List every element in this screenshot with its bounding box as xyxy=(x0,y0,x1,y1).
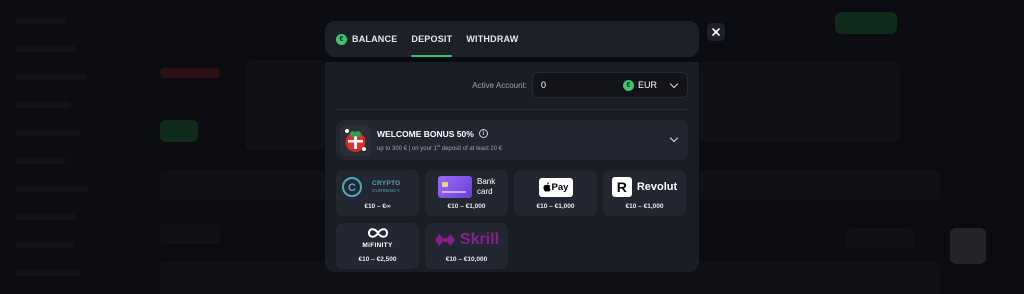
tab-withdraw-label: WITHDRAW xyxy=(466,34,519,44)
bank-card-label-line2: card xyxy=(477,187,493,196)
apple-icon xyxy=(543,182,551,192)
active-account-value: 0 xyxy=(541,80,547,90)
chevron-down-icon[interactable] xyxy=(669,133,679,143)
euro-coin-icon: € xyxy=(622,79,634,91)
tab-balance[interactable]: € BALANCE xyxy=(336,21,397,57)
payment-method-bank-card[interactable]: Bank card €10 – €1,000 xyxy=(425,170,508,216)
wallet-tabs: € BALANCE DEPOSIT WITHDRAW xyxy=(325,21,699,57)
crypto-logo-line2: CURRENCY xyxy=(372,188,400,193)
mifinity-infinity-icon xyxy=(336,227,419,239)
mifinity-logo-text: MiFINITY xyxy=(362,242,393,249)
welcome-bonus-card[interactable]: WELCOME BONUS 50% i up to 300 € | on you… xyxy=(336,120,688,160)
payment-range: €10 – €1,000 xyxy=(447,203,486,210)
skrill-logo-text: Skrill xyxy=(459,231,500,248)
close-button[interactable] xyxy=(707,23,725,41)
revolut-logo-text: Revolut xyxy=(636,181,678,193)
chevron-down-icon xyxy=(669,79,679,88)
tab-deposit[interactable]: DEPOSIT xyxy=(411,21,453,57)
currency-code: EUR xyxy=(637,80,657,90)
payment-range: €10 – €∞ xyxy=(364,203,391,210)
bonus-title: WELCOME BONUS 50% xyxy=(377,128,474,139)
close-icon xyxy=(712,28,720,36)
crypto-logo-line1: CRYPTO xyxy=(372,180,401,187)
bonus-subtitle: up to 300 € | on your 1st deposit of at … xyxy=(377,142,503,152)
active-account-row: Active Account: 0 € EUR xyxy=(325,71,688,99)
revolut-mark-icon: R xyxy=(611,177,632,197)
payment-range: €10 – €10,000 xyxy=(445,256,488,263)
active-account-select[interactable]: 0 € EUR xyxy=(532,72,688,98)
payment-method-mifinity[interactable]: MiFINITY €10 – €2,500 xyxy=(336,223,419,269)
euro-coin-icon: € xyxy=(336,33,347,45)
bonus-gift-icon xyxy=(340,124,371,156)
payment-range: €10 – €2,500 xyxy=(358,256,397,263)
info-icon[interactable]: i xyxy=(478,129,488,138)
tab-deposit-label: DEPOSIT xyxy=(411,34,453,44)
deposit-panel: Active Account: 0 € EUR WELCOME BONUS 50… xyxy=(325,62,699,272)
wallet-modal: € BALANCE DEPOSIT WITHDRAW Active Accoun… xyxy=(325,21,699,272)
currency-selector[interactable]: € EUR xyxy=(622,79,687,91)
bank-card-icon xyxy=(438,176,472,198)
bank-card-label-line1: Bank xyxy=(477,177,496,186)
payment-method-crypto[interactable]: C CRYPTO CURRENCY €10 – €∞ xyxy=(336,170,419,216)
active-account-label: Active Account: xyxy=(472,80,527,90)
divider xyxy=(336,109,688,110)
svg-text:C: C xyxy=(348,182,356,194)
payment-range: €10 – €1,000 xyxy=(625,203,664,210)
apple-pay-logo: Pay xyxy=(538,177,573,197)
apple-pay-text: Pay xyxy=(551,181,569,193)
tab-balance-label: BALANCE xyxy=(352,34,398,44)
payment-range: €10 – €1,000 xyxy=(536,203,575,210)
payment-method-apple-pay[interactable]: Pay €10 – €1,000 xyxy=(514,170,597,216)
tab-withdraw[interactable]: WITHDRAW xyxy=(466,21,518,57)
skrill-diamond-icon xyxy=(434,234,455,246)
payment-method-revolut[interactable]: R Revolut €10 – €1,000 xyxy=(603,170,686,216)
payment-method-skrill[interactable]: Skrill €10 – €10,000 xyxy=(425,223,508,269)
